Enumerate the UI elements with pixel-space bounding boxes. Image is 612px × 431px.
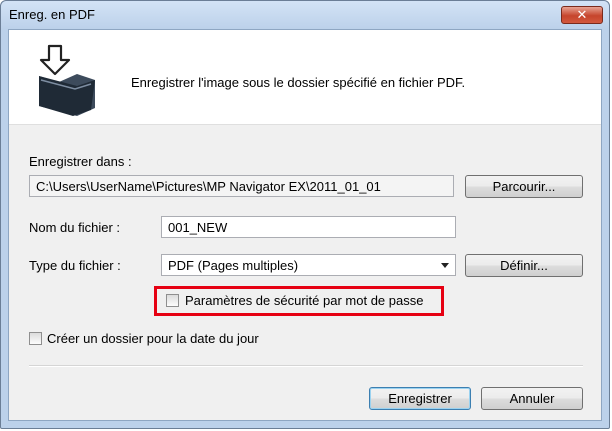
password-security-label: Paramètres de sécurité par mot de passe bbox=[185, 293, 424, 308]
date-folder-label: Créer un dossier pour la date du jour bbox=[47, 331, 259, 346]
header-description: Enregistrer l'image sous le dossier spéc… bbox=[131, 75, 466, 90]
dialog-client: Enregistrer l'image sous le dossier spéc… bbox=[8, 29, 602, 421]
dialog-window: Enreg. en PDF ✕ Enregistrer l'image sous… bbox=[0, 0, 610, 429]
header-band: Enregistrer l'image sous le dossier spéc… bbox=[9, 30, 601, 125]
close-button[interactable]: ✕ bbox=[561, 6, 603, 24]
password-security-checkbox[interactable] bbox=[166, 294, 179, 307]
save-in-path-field[interactable]: C:\Users\UserName\Pictures\MP Navigator … bbox=[29, 175, 454, 197]
settings-button-label: Définir... bbox=[500, 258, 548, 273]
window-title: Enreg. en PDF bbox=[9, 7, 95, 22]
close-icon: ✕ bbox=[576, 7, 588, 22]
chevron-down-icon bbox=[441, 263, 449, 268]
save-button[interactable]: Enregistrer bbox=[369, 387, 471, 410]
browse-button-label: Parcourir... bbox=[492, 179, 556, 194]
cancel-button-label: Annuler bbox=[509, 391, 555, 406]
save-pdf-folder-icon bbox=[39, 44, 95, 116]
file-type-label: Type du fichier : bbox=[29, 258, 121, 273]
save-button-label: Enregistrer bbox=[388, 391, 452, 406]
title-bar[interactable]: Enreg. en PDF ✕ bbox=[1, 1, 609, 29]
file-name-label: Nom du fichier : bbox=[29, 220, 121, 235]
browse-button[interactable]: Parcourir... bbox=[465, 175, 583, 198]
date-folder-checkbox[interactable] bbox=[29, 332, 42, 345]
separator bbox=[29, 365, 583, 367]
cancel-button[interactable]: Annuler bbox=[481, 387, 583, 410]
file-type-select[interactable]: PDF (Pages multiples) bbox=[161, 254, 456, 276]
file-type-selected: PDF (Pages multiples) bbox=[168, 258, 299, 273]
file-type-settings-button[interactable]: Définir... bbox=[465, 254, 583, 277]
file-name-input[interactable]: 001_NEW bbox=[161, 216, 456, 238]
save-in-label: Enregistrer dans : bbox=[29, 154, 132, 169]
